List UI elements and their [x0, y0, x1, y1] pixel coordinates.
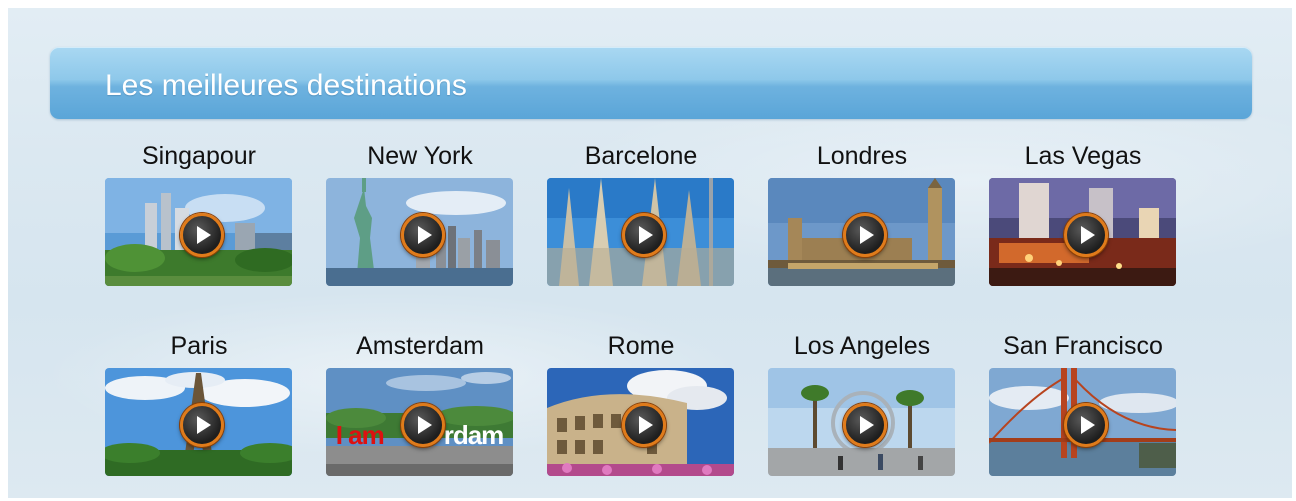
destination-name[interactable]: Amsterdam: [326, 330, 514, 362]
destination-name[interactable]: Singapour: [105, 140, 293, 172]
destination-card-san-francisco[interactable]: San Francisco: [989, 330, 1177, 476]
destination-video-thumbnail[interactable]: I am rdam: [326, 368, 513, 476]
destinations-panel: Les meilleures destinations Singapour Ne…: [8, 8, 1292, 498]
destination-name[interactable]: Los Angeles: [768, 330, 956, 362]
play-icon[interactable]: [622, 213, 666, 257]
destination-card-barcelone[interactable]: Barcelone: [547, 140, 735, 286]
sign-right-text: rdam: [443, 420, 505, 450]
destination-name[interactable]: Rome: [547, 330, 735, 362]
destination-video-thumbnail[interactable]: [105, 178, 292, 286]
sign-left-text: I am: [335, 420, 385, 450]
destination-video-thumbnail[interactable]: [547, 368, 734, 476]
destination-card-paris[interactable]: Paris: [105, 330, 293, 476]
destination-card-singapour[interactable]: Singapour: [105, 140, 293, 286]
destination-card-las-vegas[interactable]: Las Vegas: [989, 140, 1177, 286]
destination-name[interactable]: New York: [326, 140, 514, 172]
destination-card-rome[interactable]: Rome: [547, 330, 735, 476]
destination-name[interactable]: Las Vegas: [989, 140, 1177, 172]
destination-card-los-angeles[interactable]: Los Angeles: [768, 330, 956, 476]
section-header: Les meilleures destinations: [50, 47, 1252, 119]
destination-card-new-york[interactable]: New York: [326, 140, 514, 286]
destination-video-thumbnail[interactable]: [989, 178, 1176, 286]
destination-video-thumbnail[interactable]: [989, 368, 1176, 476]
destination-name[interactable]: Londres: [768, 140, 956, 172]
destination-video-thumbnail[interactable]: [105, 368, 292, 476]
destination-name[interactable]: Barcelone: [547, 140, 735, 172]
play-icon[interactable]: [843, 403, 887, 447]
play-icon[interactable]: [180, 213, 224, 257]
play-icon[interactable]: [401, 403, 445, 447]
play-icon[interactable]: [1064, 213, 1108, 257]
destination-video-thumbnail[interactable]: [326, 178, 513, 286]
section-title: Les meilleures destinations: [105, 69, 467, 102]
destination-name[interactable]: Paris: [105, 330, 293, 362]
destination-name[interactable]: San Francisco: [989, 330, 1177, 362]
play-icon[interactable]: [1064, 403, 1108, 447]
destination-video-thumbnail[interactable]: [547, 178, 734, 286]
destination-card-londres[interactable]: Londres: [768, 140, 956, 286]
play-icon[interactable]: [401, 213, 445, 257]
destination-video-thumbnail[interactable]: [768, 178, 955, 286]
play-icon[interactable]: [622, 403, 666, 447]
play-icon[interactable]: [843, 213, 887, 257]
destination-video-thumbnail[interactable]: [768, 368, 955, 476]
play-icon[interactable]: [180, 403, 224, 447]
destination-card-amsterdam[interactable]: Amsterdam I am rdam: [326, 330, 514, 476]
